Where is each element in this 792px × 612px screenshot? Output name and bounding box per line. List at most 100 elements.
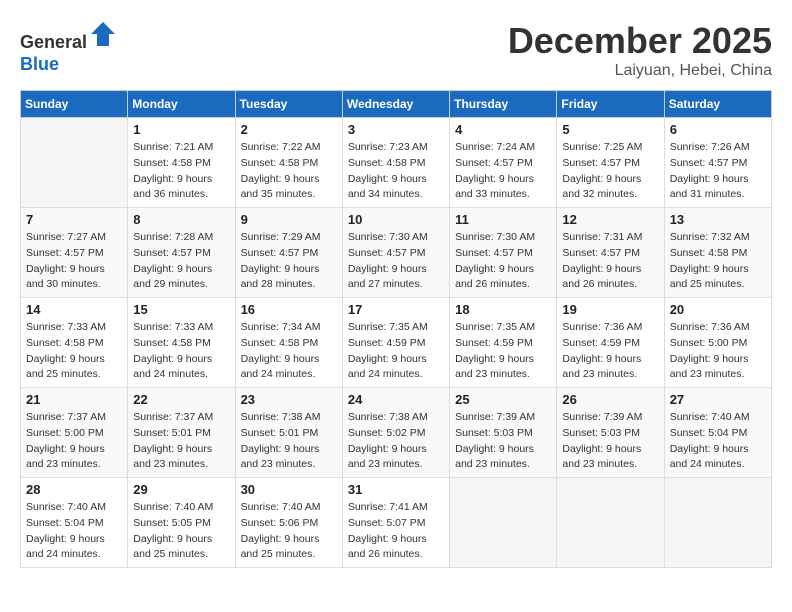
day-number: 16 <box>241 302 337 317</box>
day-number: 22 <box>133 392 229 407</box>
day-cell: 5Sunrise: 7:25 AM Sunset: 4:57 PM Daylig… <box>557 118 664 208</box>
day-number: 19 <box>562 302 658 317</box>
day-cell: 23 Sunrise: 7:38 AM Sunset: 5:01 PM Dayli… <box>235 388 342 478</box>
day-number: 29 <box>133 482 229 497</box>
day-info: Sunrise: 7:39 AM Sunset: 5:03 PM Dayligh… <box>562 410 658 473</box>
day-number: 8 <box>133 212 229 227</box>
day-cell: 25 Sunrise: 7:39 AM Sunset: 5:03 PM Dayli… <box>450 388 557 478</box>
title-block: December 2025 Laiyuan, Hebei, China <box>508 20 772 80</box>
week-row-4: 28Sunrise: 7:40 AM Sunset: 5:04 PM Dayli… <box>21 478 772 568</box>
day-info: Sunrise: 7:38 AM Sunset: 5:02 PM Dayligh… <box>348 410 444 473</box>
day-info: Sunrise: 7:26 AM Sunset: 4:57 PM Dayligh… <box>670 140 766 203</box>
week-row-2: 14 Sunrise: 7:33 AM Sunset: 4:58 PM Dayli… <box>21 298 772 388</box>
day-info: Sunrise: 7:35 AM Sunset: 4:59 PM Dayligh… <box>348 320 444 383</box>
day-info: Sunrise: 7:33 AM Sunset: 4:58 PM Dayligh… <box>133 320 229 383</box>
day-info: Sunrise: 7:24 AM Sunset: 4:57 PM Dayligh… <box>455 140 551 203</box>
day-info: Sunrise: 7:30 AM Sunset: 4:57 PM Dayligh… <box>348 230 444 293</box>
day-cell: 9Sunrise: 7:29 AM Sunset: 4:57 PM Daylig… <box>235 208 342 298</box>
day-number: 5 <box>562 122 658 137</box>
day-cell: 12 Sunrise: 7:31 AM Sunset: 4:57 PM Dayli… <box>557 208 664 298</box>
day-cell <box>557 478 664 568</box>
day-cell: 6 Sunrise: 7:26 AM Sunset: 4:57 PM Daylig… <box>664 118 771 208</box>
weekday-header-saturday: Saturday <box>664 91 771 118</box>
weekday-header-wednesday: Wednesday <box>342 91 449 118</box>
day-info: Sunrise: 7:39 AM Sunset: 5:03 PM Dayligh… <box>455 410 551 473</box>
weekday-header-monday: Monday <box>128 91 235 118</box>
day-cell: 4 Sunrise: 7:24 AM Sunset: 4:57 PM Daylig… <box>450 118 557 208</box>
logo-blue: Blue <box>20 54 59 74</box>
week-row-0: 1 Sunrise: 7:21 AM Sunset: 4:58 PM Daylig… <box>21 118 772 208</box>
day-cell: 20 Sunrise: 7:36 AM Sunset: 5:00 PM Dayli… <box>664 298 771 388</box>
weekday-header-thursday: Thursday <box>450 91 557 118</box>
day-cell: 16 Sunrise: 7:34 AM Sunset: 4:58 PM Dayli… <box>235 298 342 388</box>
weekday-header-friday: Friday <box>557 91 664 118</box>
day-cell: 26Sunrise: 7:39 AM Sunset: 5:03 PM Dayli… <box>557 388 664 478</box>
day-number: 21 <box>26 392 122 407</box>
day-cell: 17 Sunrise: 7:35 AM Sunset: 4:59 PM Dayli… <box>342 298 449 388</box>
day-info: Sunrise: 7:38 AM Sunset: 5:01 PM Dayligh… <box>241 410 337 473</box>
location-subtitle: Laiyuan, Hebei, China <box>508 62 772 80</box>
day-cell: 11Sunrise: 7:30 AM Sunset: 4:57 PM Dayli… <box>450 208 557 298</box>
day-cell: 2 Sunrise: 7:22 AM Sunset: 4:58 PM Daylig… <box>235 118 342 208</box>
day-cell: 28Sunrise: 7:40 AM Sunset: 5:04 PM Dayli… <box>21 478 128 568</box>
day-number: 2 <box>241 122 337 137</box>
day-number: 10 <box>348 212 444 227</box>
day-number: 7 <box>26 212 122 227</box>
day-info: Sunrise: 7:36 AM Sunset: 4:59 PM Dayligh… <box>562 320 658 383</box>
day-info: Sunrise: 7:21 AM Sunset: 4:58 PM Dayligh… <box>133 140 229 203</box>
day-info: Sunrise: 7:27 AM Sunset: 4:57 PM Dayligh… <box>26 230 122 293</box>
day-cell <box>21 118 128 208</box>
day-cell: 24 Sunrise: 7:38 AM Sunset: 5:02 PM Dayli… <box>342 388 449 478</box>
day-info: Sunrise: 7:36 AM Sunset: 5:00 PM Dayligh… <box>670 320 766 383</box>
day-cell: 10 Sunrise: 7:30 AM Sunset: 4:57 PM Dayli… <box>342 208 449 298</box>
day-number: 25 <box>455 392 551 407</box>
day-number: 24 <box>348 392 444 407</box>
day-number: 23 <box>241 392 337 407</box>
day-number: 27 <box>670 392 766 407</box>
day-cell: 27Sunrise: 7:40 AM Sunset: 5:04 PM Dayli… <box>664 388 771 478</box>
day-info: Sunrise: 7:35 AM Sunset: 4:59 PM Dayligh… <box>455 320 551 383</box>
day-cell <box>450 478 557 568</box>
month-title: December 2025 <box>508 20 772 62</box>
day-info: Sunrise: 7:34 AM Sunset: 4:58 PM Dayligh… <box>241 320 337 383</box>
day-info: Sunrise: 7:40 AM Sunset: 5:04 PM Dayligh… <box>26 500 122 563</box>
day-cell: 31Sunrise: 7:41 AM Sunset: 5:07 PM Dayli… <box>342 478 449 568</box>
day-number: 17 <box>348 302 444 317</box>
day-info: Sunrise: 7:30 AM Sunset: 4:57 PM Dayligh… <box>455 230 551 293</box>
day-number: 18 <box>455 302 551 317</box>
day-cell: 22Sunrise: 7:37 AM Sunset: 5:01 PM Dayli… <box>128 388 235 478</box>
day-info: Sunrise: 7:37 AM Sunset: 5:00 PM Dayligh… <box>26 410 122 473</box>
day-number: 1 <box>133 122 229 137</box>
day-number: 12 <box>562 212 658 227</box>
day-info: Sunrise: 7:33 AM Sunset: 4:58 PM Dayligh… <box>26 320 122 383</box>
day-cell: 8 Sunrise: 7:28 AM Sunset: 4:57 PM Daylig… <box>128 208 235 298</box>
day-number: 20 <box>670 302 766 317</box>
day-cell <box>664 478 771 568</box>
day-number: 14 <box>26 302 122 317</box>
day-number: 13 <box>670 212 766 227</box>
logo-icon <box>89 20 117 48</box>
day-cell: 19 Sunrise: 7:36 AM Sunset: 4:59 PM Dayli… <box>557 298 664 388</box>
day-info: Sunrise: 7:41 AM Sunset: 5:07 PM Dayligh… <box>348 500 444 563</box>
day-number: 6 <box>670 122 766 137</box>
day-cell: 13 Sunrise: 7:32 AM Sunset: 4:58 PM Dayli… <box>664 208 771 298</box>
day-number: 30 <box>241 482 337 497</box>
day-cell: 1 Sunrise: 7:21 AM Sunset: 4:58 PM Daylig… <box>128 118 235 208</box>
day-info: Sunrise: 7:22 AM Sunset: 4:58 PM Dayligh… <box>241 140 337 203</box>
week-row-1: 7 Sunrise: 7:27 AM Sunset: 4:57 PM Daylig… <box>21 208 772 298</box>
day-cell: 18 Sunrise: 7:35 AM Sunset: 4:59 PM Dayli… <box>450 298 557 388</box>
day-info: Sunrise: 7:29 AM Sunset: 4:57 PM Dayligh… <box>241 230 337 293</box>
day-cell: 21 Sunrise: 7:37 AM Sunset: 5:00 PM Dayli… <box>21 388 128 478</box>
logo-general: General <box>20 32 87 52</box>
day-info: Sunrise: 7:31 AM Sunset: 4:57 PM Dayligh… <box>562 230 658 293</box>
day-info: Sunrise: 7:40 AM Sunset: 5:06 PM Dayligh… <box>241 500 337 563</box>
day-info: Sunrise: 7:32 AM Sunset: 4:58 PM Dayligh… <box>670 230 766 293</box>
page-header: General Blue December 2025 Laiyuan, Hebe… <box>20 20 772 80</box>
weekday-header-sunday: Sunday <box>21 91 128 118</box>
day-info: Sunrise: 7:40 AM Sunset: 5:05 PM Dayligh… <box>133 500 229 563</box>
day-info: Sunrise: 7:23 AM Sunset: 4:58 PM Dayligh… <box>348 140 444 203</box>
logo: General Blue <box>20 20 117 75</box>
day-cell: 3Sunrise: 7:23 AM Sunset: 4:58 PM Daylig… <box>342 118 449 208</box>
day-number: 4 <box>455 122 551 137</box>
day-info: Sunrise: 7:28 AM Sunset: 4:57 PM Dayligh… <box>133 230 229 293</box>
